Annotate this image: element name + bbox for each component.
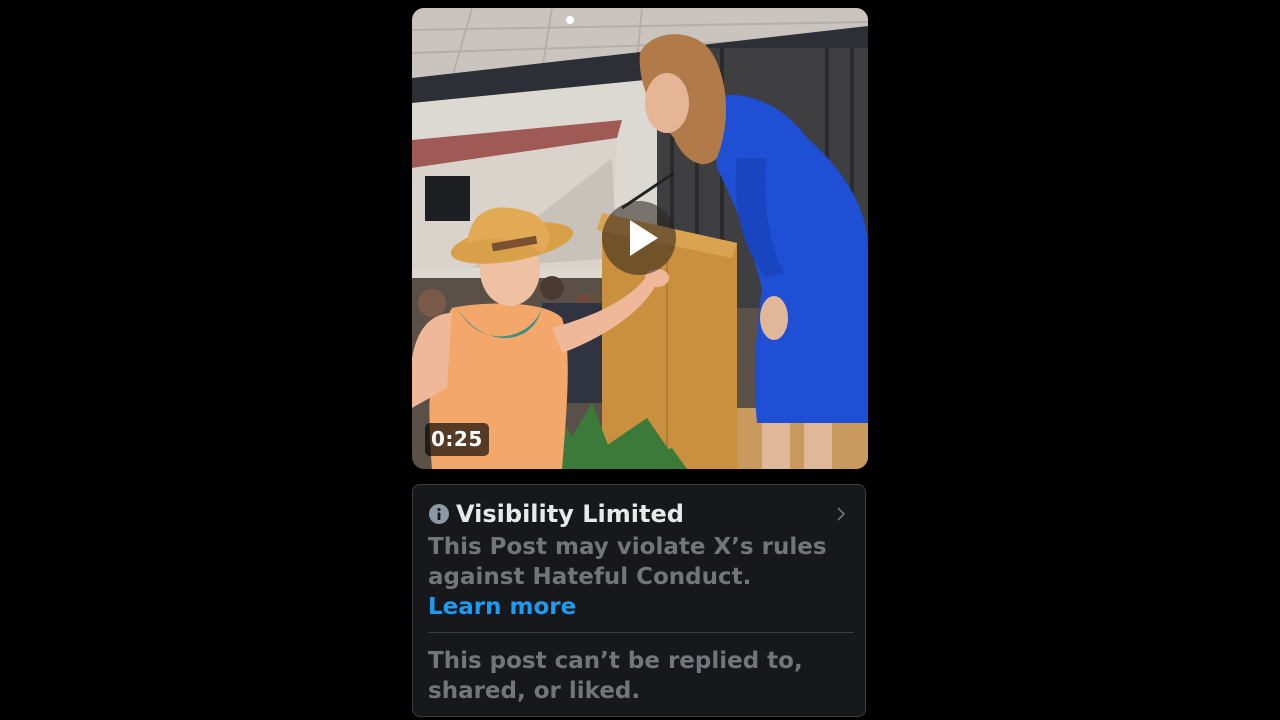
chevron-right-icon[interactable] <box>834 506 848 522</box>
notice-title: Visibility Limited <box>456 500 684 528</box>
video-duration: 0:25 <box>425 423 489 456</box>
visibility-notice: Visibility Limited This Post may violate… <box>412 484 866 717</box>
notice-footer: This post can’t be replied to, shared, o… <box>428 648 803 704</box>
video-player[interactable]: 0:25 <box>412 8 868 469</box>
play-icon <box>630 220 658 256</box>
learn-more-link[interactable]: Learn more <box>428 592 848 622</box>
notice-header[interactable]: Visibility Limited <box>428 497 852 531</box>
notice-body: This Post may violate X’s rules against … <box>428 532 848 622</box>
notice-message: This Post may violate X’s rules against … <box>428 534 827 590</box>
divider <box>428 632 854 633</box>
info-icon <box>428 503 450 525</box>
page: 0:25 Visibility Limited This Post may vi… <box>0 0 1280 720</box>
play-button[interactable] <box>602 201 676 275</box>
